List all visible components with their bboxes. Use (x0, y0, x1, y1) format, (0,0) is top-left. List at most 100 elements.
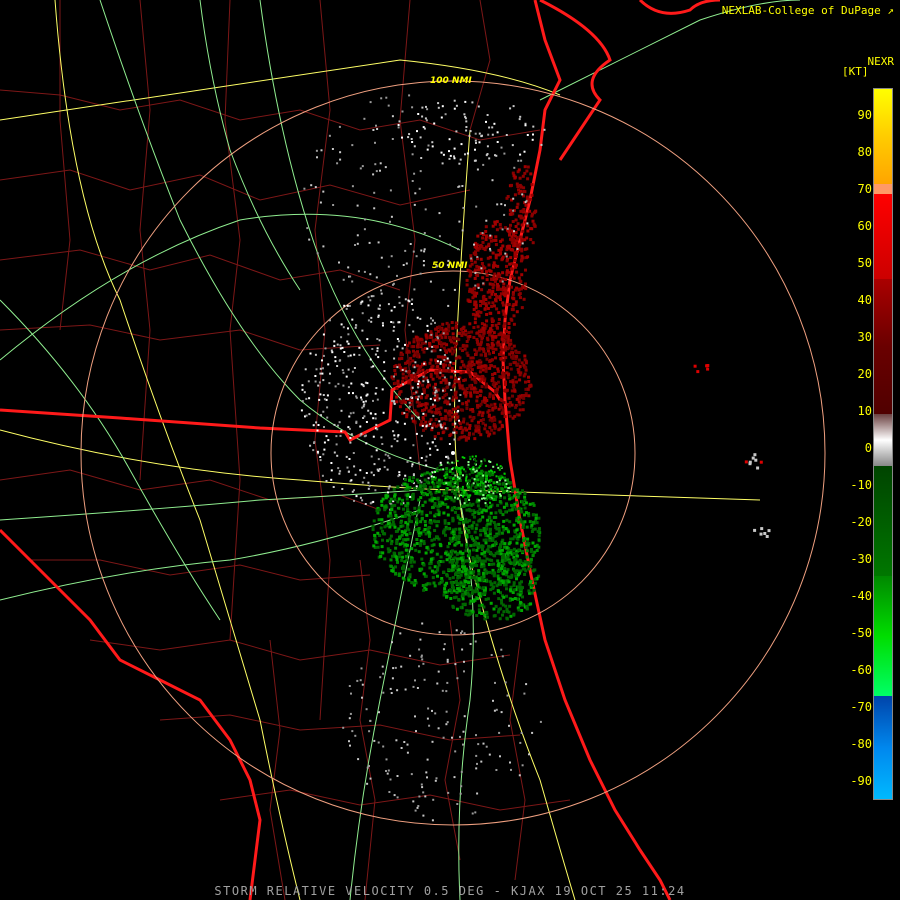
echo-pixel (512, 494, 516, 498)
echo-pixel (392, 282, 395, 285)
echo-pixel (531, 212, 534, 216)
echo-pixel (499, 477, 502, 480)
echo-pixel (516, 202, 520, 206)
echo-pixel (391, 641, 393, 644)
echo-pixel (518, 365, 522, 369)
echo-pixel (472, 521, 476, 525)
echo-pixel (387, 769, 390, 772)
echo-pixel (422, 264, 425, 267)
echo-pixel (421, 658, 424, 661)
echo-pixel (488, 295, 492, 299)
echo-pixel (378, 468, 381, 471)
echo-pixel (478, 611, 482, 615)
echo-pixel (522, 216, 526, 220)
echo-pixel (376, 128, 379, 130)
echo-pixel (459, 518, 463, 521)
echo-pixel (483, 307, 487, 311)
echo-pixel (337, 467, 340, 470)
echo-pixel (424, 551, 428, 555)
echo-pixel (493, 402, 497, 406)
echo-pixel (388, 537, 392, 541)
echo-pixel (424, 459, 427, 462)
echo-pixel (387, 550, 391, 554)
echo-pixel (325, 480, 328, 482)
echo-pixel (496, 380, 500, 384)
echo-pixel (522, 539, 526, 543)
echo-pixel (457, 571, 461, 575)
echo-pixel (428, 498, 432, 502)
echo-pixel (426, 385, 429, 389)
echo-pixel (509, 338, 513, 342)
echo-pixel (386, 521, 390, 525)
echo-pixel (468, 289, 472, 293)
echo-pixel (454, 496, 456, 499)
echo-pixel (499, 403, 502, 407)
echo-pixel (355, 324, 358, 327)
echo-pixel (448, 468, 451, 471)
echo-pixel (454, 750, 457, 753)
echo-pixel (326, 416, 329, 419)
echo-pixel (411, 465, 413, 468)
echo-pixel (351, 185, 354, 188)
echo-pixel (417, 461, 420, 464)
echo-pixel (417, 380, 420, 383)
echo-pixel (517, 548, 521, 552)
echo-pixel (525, 555, 529, 559)
echo-pixel (482, 605, 486, 609)
echo-pixel (478, 346, 482, 350)
echo-pixel (442, 511, 446, 515)
echo-pixel (409, 654, 412, 657)
echo-pixel (347, 266, 350, 269)
echo-pixel (455, 629, 458, 632)
echo-pixel (396, 500, 400, 504)
echo-pixel (492, 481, 496, 485)
echo-pixel (408, 511, 412, 514)
echo-pixel (328, 134, 331, 137)
echo-pixel (499, 543, 502, 547)
echo-pixel (486, 522, 490, 526)
echo-pixel (469, 535, 473, 539)
echo-pixel (477, 489, 480, 492)
echo-pixel (451, 560, 454, 563)
echo-pixel (519, 509, 523, 513)
echo-pixel (472, 468, 475, 471)
echo-pixel (521, 242, 524, 245)
echo-pixel (390, 215, 393, 218)
echo-pixel (465, 559, 469, 563)
echo-pixel (476, 583, 480, 587)
echo-pixel (361, 312, 364, 315)
echo-pixel (411, 581, 415, 585)
echo-pixel (413, 203, 416, 206)
echo-pixel (502, 595, 506, 599)
echo-pixel (424, 402, 428, 406)
echo-pixel (505, 255, 508, 258)
echo-pixel (524, 287, 528, 291)
echo-pixel (483, 492, 486, 495)
echo-pixel (497, 317, 501, 321)
echo-pixel (487, 409, 491, 413)
echo-pixel (473, 159, 476, 162)
echo-pixel (482, 331, 486, 335)
echo-pixel (508, 487, 511, 490)
echo-pixel (411, 298, 414, 301)
echo-pixel (484, 464, 487, 467)
echo-pixel (439, 380, 443, 384)
echo-pixel (461, 185, 464, 187)
echo-pixel (434, 394, 437, 397)
echo-pixel (445, 467, 449, 471)
echo-pixel (538, 527, 541, 531)
echo-pixel (508, 520, 512, 524)
echo-pixel (508, 233, 511, 237)
echo-pixel (515, 236, 519, 240)
echo-pixel (491, 486, 494, 488)
echo-pixel (415, 255, 418, 258)
echo-pixel (369, 777, 372, 780)
echo-pixel (471, 610, 475, 614)
external-link-icon[interactable]: ↗ (887, 4, 894, 17)
echo-pixel (403, 741, 406, 743)
echo-pixel (380, 518, 384, 522)
echo-pixel (492, 261, 496, 265)
scale-tick-label: 40 (857, 293, 872, 307)
echo-pixel (416, 687, 419, 689)
echo-pixel (500, 277, 504, 281)
